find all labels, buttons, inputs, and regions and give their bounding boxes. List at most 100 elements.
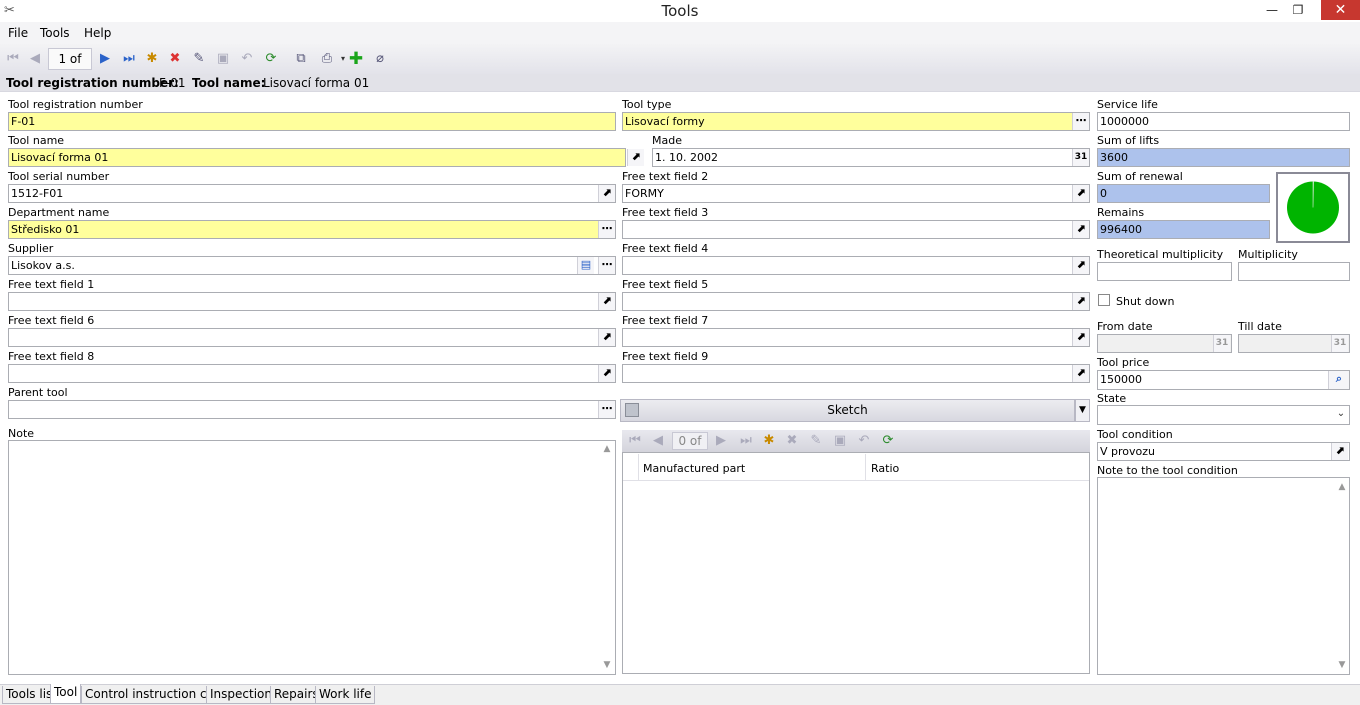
serial-number-input[interactable]: 1512-F01 — [8, 184, 616, 203]
supplier-input[interactable]: Lisokov a.s. — [8, 256, 616, 275]
multiplicity-label: Multiplicity — [1238, 248, 1298, 261]
tool-condition-link-icon[interactable]: ⬈ — [1331, 443, 1348, 460]
free-text-8-input[interactable] — [8, 364, 616, 383]
manufactured-parts-grid[interactable] — [622, 452, 1090, 674]
department-browse-icon[interactable]: ⋯ — [598, 221, 615, 238]
grid-next-icon[interactable]: ▶ — [712, 432, 730, 450]
add-icon[interactable]: ✚ — [347, 50, 365, 68]
tab-tool[interactable]: Tool — [50, 684, 82, 704]
state-chevron-down-icon[interactable]: ⌄ — [1334, 408, 1348, 419]
last-record-icon[interactable]: ⏭ — [120, 50, 138, 68]
delete-record-icon[interactable]: ✖ — [166, 50, 184, 68]
note-textarea[interactable] — [8, 440, 616, 675]
grid-last-icon[interactable]: ⏭ — [737, 432, 755, 450]
free-text-5-input[interactable] — [622, 292, 1090, 311]
supplier-browse-icon[interactable]: ⋯ — [598, 257, 615, 274]
note-scroll-up-icon[interactable]: ▲ — [601, 444, 613, 454]
sketch-button[interactable]: Sketch — [620, 399, 1075, 422]
next-record-icon[interactable]: ▶ — [96, 50, 114, 68]
tool-type-input[interactable]: Lisovací formy — [622, 112, 1090, 131]
close-button[interactable]: ✕ — [1321, 0, 1360, 20]
serial-number-link-icon[interactable]: ⬈ — [598, 185, 615, 202]
restore-button[interactable]: ❐ — [1284, 0, 1312, 20]
sketch-dropdown-icon[interactable]: ▼ — [1075, 399, 1090, 422]
tool-price-input[interactable]: 150000 — [1097, 370, 1350, 390]
made-label: Made — [652, 134, 682, 147]
free-text-8-label: Free text field 8 — [8, 350, 95, 363]
made-date-input[interactable]: 1. 10. 2002 — [652, 148, 1090, 167]
shut-down-label: Shut down — [1116, 295, 1175, 308]
grid-undo-icon[interactable]: ↶ — [855, 432, 873, 450]
undo-icon[interactable]: ↶ — [238, 50, 256, 68]
previous-record-icon[interactable]: ◀ — [26, 50, 44, 68]
theoretical-multiplicity-input[interactable] — [1097, 262, 1232, 281]
free-text-6-input[interactable] — [8, 328, 616, 347]
tab-work-life[interactable]: Work life — [315, 686, 376, 704]
first-record-icon[interactable]: ⏮ — [4, 50, 22, 68]
info-name-label: Tool name: — [192, 76, 266, 90]
free-text-9-link-icon[interactable]: ⬈ — [1072, 365, 1089, 382]
free-text-7-input[interactable] — [622, 328, 1090, 347]
tool-type-browse-icon[interactable]: ⋯ — [1072, 113, 1089, 130]
condition-note-textarea[interactable] — [1097, 477, 1350, 675]
made-calendar-icon[interactable]: 31 — [1072, 149, 1089, 166]
service-life-input[interactable]: 1000000 — [1097, 112, 1350, 131]
free-text-8-link-icon[interactable]: ⬈ — [598, 365, 615, 382]
tool-condition-input[interactable]: V provozu — [1097, 442, 1350, 461]
column-ratio[interactable]: Ratio — [871, 462, 899, 475]
search-icon[interactable]: ⌕ — [1328, 371, 1349, 389]
multiplicity-input[interactable] — [1238, 262, 1350, 281]
menu-help[interactable]: Help — [84, 25, 111, 41]
grid-new-icon[interactable]: ✱ — [760, 432, 778, 450]
parent-tool-input[interactable] — [8, 400, 616, 419]
grid-column-divider — [865, 454, 866, 480]
parent-tool-browse-icon[interactable]: ⋯ — [598, 401, 615, 418]
edit-record-icon[interactable]: ✎ — [190, 50, 208, 68]
sum-of-renewal-label: Sum of renewal — [1097, 170, 1183, 183]
supplier-card-icon[interactable]: ▤ — [577, 257, 594, 274]
free-text-1-input[interactable] — [8, 292, 616, 311]
grid-delete-icon[interactable]: ✖ — [783, 432, 801, 450]
save-icon[interactable]: ▣ — [214, 50, 232, 68]
free-text-4-input[interactable] — [622, 256, 1090, 275]
new-record-icon[interactable]: ✱ — [143, 50, 161, 68]
condition-note-scroll-down-icon[interactable]: ▼ — [1336, 660, 1348, 670]
grid-refresh-icon[interactable]: ⟳ — [879, 432, 897, 450]
menu-tools[interactable]: Tools — [40, 25, 70, 41]
grid-first-icon[interactable]: ⏮ — [626, 432, 644, 450]
state-select[interactable] — [1097, 405, 1350, 425]
free-text-1-link-icon[interactable]: ⬈ — [598, 293, 615, 310]
reg-number-input[interactable]: F-01 — [8, 112, 616, 131]
department-input[interactable]: Středisko 01 — [8, 220, 616, 239]
note-scroll-down-icon[interactable]: ▼ — [601, 660, 613, 670]
copy-icon[interactable]: ⧉ — [292, 50, 310, 68]
till-date-calendar-icon[interactable]: 31 — [1331, 335, 1348, 352]
column-manufactured-part[interactable]: Manufactured part — [643, 462, 745, 475]
tool-name-link-icon[interactable]: ⬈ — [627, 149, 644, 166]
free-text-9-input[interactable] — [622, 364, 1090, 383]
theoretical-multiplicity-label: Theoretical multiplicity — [1097, 248, 1224, 261]
grid-save-icon[interactable]: ▣ — [831, 432, 849, 450]
from-date-input[interactable] — [1097, 334, 1232, 353]
tool-name-input[interactable]: Lisovací forma 01 — [8, 148, 626, 167]
free-text-3-input[interactable] — [622, 220, 1090, 239]
free-text-3-link-icon[interactable]: ⬈ — [1072, 221, 1089, 238]
refresh-icon[interactable]: ⟳ — [262, 50, 280, 68]
attachment-icon[interactable]: ⌀ — [371, 50, 389, 68]
grid-previous-icon[interactable]: ◀ — [649, 432, 667, 450]
menu-file[interactable]: File — [8, 25, 28, 41]
from-date-calendar-icon[interactable]: 31 — [1213, 335, 1230, 352]
condition-note-scroll-up-icon[interactable]: ▲ — [1336, 482, 1348, 492]
free-text-2-link-icon[interactable]: ⬈ — [1072, 185, 1089, 202]
free-text-6-link-icon[interactable]: ⬈ — [598, 329, 615, 346]
free-text-2-input[interactable]: FORMY — [622, 184, 1090, 203]
info-reg-label: Tool registration number: — [6, 76, 179, 90]
menu-bar — [0, 22, 1360, 44]
free-text-7-link-icon[interactable]: ⬈ — [1072, 329, 1089, 346]
free-text-5-link-icon[interactable]: ⬈ — [1072, 293, 1089, 310]
free-text-4-link-icon[interactable]: ⬈ — [1072, 257, 1089, 274]
grid-row-indicator-divider — [638, 454, 639, 480]
minimize-button[interactable]: — — [1258, 0, 1286, 20]
grid-edit-icon[interactable]: ✎ — [807, 432, 825, 450]
shut-down-checkbox[interactable] — [1098, 294, 1110, 306]
